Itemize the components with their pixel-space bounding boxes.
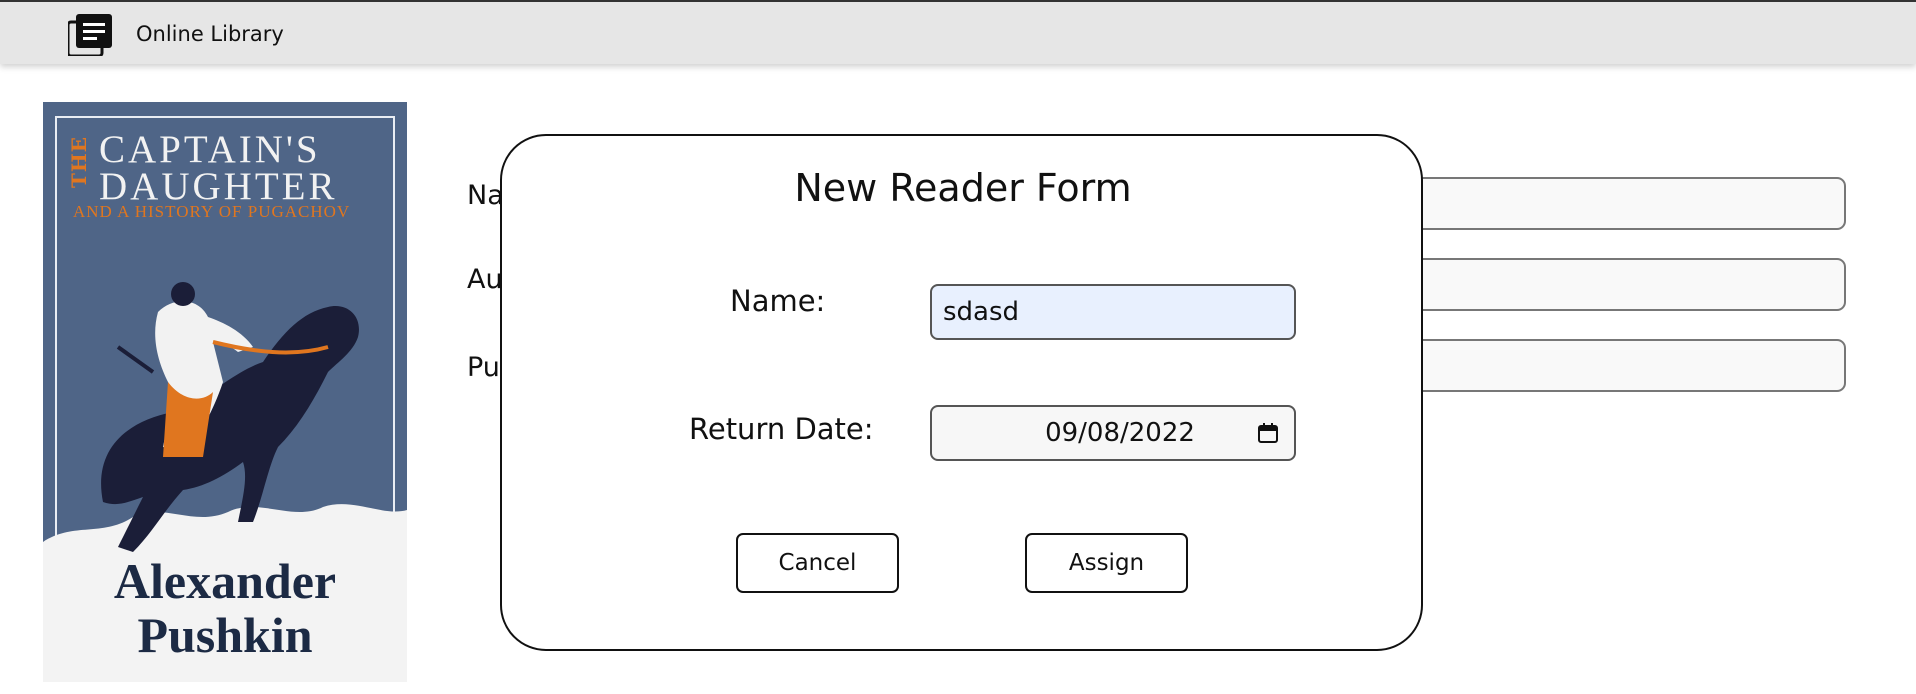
return-date-input[interactable]: 09/08/2022 [930,405,1296,461]
library-book-icon[interactable] [68,14,112,56]
new-reader-dialog: New Reader Form Name: Return Date: 09/08… [500,134,1423,651]
book-author-label: Au [467,264,503,295]
dialog-title: New Reader Form [794,166,1132,210]
cover-horse-rider-illustration [101,282,359,552]
top-app-bar: Online Library [0,0,1916,64]
cover-author-line2: Pushkin [137,607,313,663]
assign-button[interactable]: Assign [1025,533,1188,593]
reader-name-input[interactable] [930,284,1296,340]
cancel-button[interactable]: Cancel [736,533,899,593]
book-author-field[interactable] [1360,258,1846,311]
calendar-icon[interactable] [1257,422,1279,444]
cover-title-prefix: THE [67,136,91,189]
book-name-label: Na [467,180,504,211]
book-publisher-field[interactable] [1360,339,1846,392]
app-title[interactable]: Online Library [136,22,284,46]
return-date-label: Return Date: [689,412,874,446]
cover-subtitle: AND A HISTORY OF PUGACHOV [73,202,351,221]
return-date-value: 09/08/2022 [1045,418,1195,448]
cover-author-line1: Alexander [113,553,337,609]
book-publisher-label: Pu [467,352,500,383]
book-cover-image: THE CAPTAIN'S DAUGHTER AND A HISTORY OF … [43,102,407,682]
name-label: Name: [730,284,826,318]
book-name-field[interactable] [1360,177,1846,230]
